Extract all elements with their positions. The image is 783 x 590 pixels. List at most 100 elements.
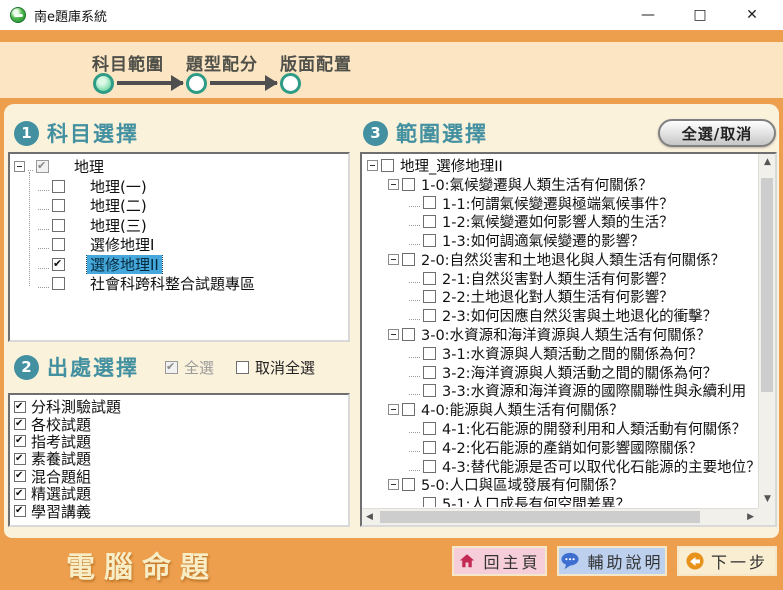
- tree-item-label[interactable]: 2-0:自然災害和土地退化與人類生活有何關係？: [418, 250, 728, 269]
- tree-item-root[interactable]: 地理: [12, 157, 346, 177]
- tree-item[interactable]: 5-1:人口成長有何空間差異？: [365, 494, 757, 507]
- tree-item[interactable]: 4-2:化石能源的產銷如何影響國際關係？: [365, 438, 757, 457]
- tree-item-label[interactable]: 3-1:水資源與人類活動之間的關係為何？: [439, 344, 706, 363]
- tree-item-label[interactable]: 4-2:化石能源的產銷如何影響國際關係？: [439, 438, 706, 457]
- tree-item-label[interactable]: 3-2:海洋資源與人類活動之間的關係為何？: [439, 363, 720, 382]
- checkbox[interactable]: [402, 328, 415, 341]
- expander-icon[interactable]: [388, 329, 399, 340]
- checkbox[interactable]: [402, 178, 415, 191]
- tree-item[interactable]: 2-3:如何因應自然災害與土地退化的衝擊？: [365, 306, 757, 325]
- tree-item[interactable]: 地理(三): [12, 216, 346, 236]
- checkbox[interactable]: [52, 238, 65, 251]
- tree-item[interactable]: 2-2:土地退化對人類生活有何影響？: [365, 288, 757, 307]
- step-circle[interactable]: [186, 73, 207, 94]
- horizontal-scroll-thumb[interactable]: [380, 511, 700, 523]
- deselect-all-control[interactable]: 取消全選: [236, 357, 315, 378]
- checkbox[interactable]: [14, 488, 26, 500]
- tree-item[interactable]: 社會科跨科整合試題專區: [12, 274, 346, 294]
- expander-icon[interactable]: [367, 160, 378, 171]
- step-circle[interactable]: [280, 73, 301, 94]
- vertical-scroll-thumb[interactable]: [761, 178, 773, 392]
- tree-item[interactable]: 5-0:人口與區域發展有何關係？: [365, 476, 757, 495]
- tree-item[interactable]: 3-2:海洋資源與人類活動之間的關係為何？: [365, 363, 757, 382]
- tree-item-label[interactable]: 地理_選修地理II: [397, 156, 506, 175]
- tree-item[interactable]: 1-0:氣候變遷與人類生活有何關係？: [365, 175, 757, 194]
- tree-item-label[interactable]: 1-0:氣候變遷與人類生活有何關係？: [418, 175, 656, 194]
- checkbox[interactable]: [423, 347, 436, 360]
- checkbox[interactable]: [423, 460, 436, 473]
- collapse-icon[interactable]: [14, 161, 25, 172]
- checkbox[interactable]: [52, 258, 65, 271]
- tree-item[interactable]: 2-1:自然災害對人類生活有何影響？: [365, 269, 757, 288]
- checkbox[interactable]: [52, 180, 65, 193]
- select-all-checkbox[interactable]: [165, 361, 178, 374]
- horizontal-scrollbar[interactable]: ◀ ▶: [362, 508, 758, 525]
- tree-item-label[interactable]: 地理(三): [87, 216, 150, 236]
- checkbox[interactable]: [52, 219, 65, 232]
- tree-item-label[interactable]: 2-1:自然災害對人類生活有何影響？: [439, 269, 677, 288]
- checkbox[interactable]: [14, 418, 26, 430]
- expander-icon[interactable]: [388, 254, 399, 265]
- checkbox[interactable]: [423, 366, 436, 379]
- tree-item[interactable]: 4-0:能源與人類生活有何關係？: [365, 400, 757, 419]
- tree-item[interactable]: 1-3:如何調適氣候變遷的影響？: [365, 231, 757, 250]
- close-button[interactable]: ✕: [741, 8, 763, 22]
- checkbox[interactable]: [14, 470, 26, 482]
- source-list-item[interactable]: 學習講義: [14, 502, 344, 519]
- tree-item-label[interactable]: 4-1:化石能源的開發利用和人類活動有何關係？: [439, 419, 749, 438]
- checkbox[interactable]: [402, 253, 415, 266]
- expander-icon[interactable]: [388, 179, 399, 190]
- minimize-button[interactable]: —: [637, 8, 659, 22]
- expander-icon[interactable]: [388, 479, 399, 490]
- deselect-all-checkbox[interactable]: [236, 361, 249, 374]
- tree-item-label[interactable]: 4-3:替代能源是否可以取代化石能源的主要地位？: [439, 457, 757, 476]
- tree-item-label[interactable]: 地理(一): [87, 177, 150, 197]
- tree-item[interactable]: 1-1:何謂氣候變遷與極端氣候事件？: [365, 194, 757, 213]
- tree-item-label[interactable]: 3-3:水資源和海洋資源的國際關聯性與永續利用: [439, 382, 749, 401]
- tree-item[interactable]: 4-1:化石能源的開發利用和人類活動有何關係？: [365, 419, 757, 438]
- step-circle[interactable]: [93, 73, 114, 94]
- maximize-button[interactable]: □: [689, 8, 711, 22]
- subject-root-checkbox[interactable]: [36, 160, 49, 173]
- checkbox[interactable]: [423, 196, 436, 209]
- checkbox[interactable]: [14, 435, 26, 447]
- toggle-all-button[interactable]: 全選/取消: [658, 119, 776, 147]
- tree-item-label[interactable]: 地理(二): [87, 196, 150, 216]
- tree-item-label[interactable]: 3-0:水資源和海洋資源與人類生活有何關係？: [418, 325, 714, 344]
- tree-item-label[interactable]: 1-2:氣候變遷如何影響人類的生活？: [439, 212, 677, 231]
- checkbox[interactable]: [381, 159, 394, 172]
- checkbox[interactable]: [402, 403, 415, 416]
- checkbox[interactable]: [423, 272, 436, 285]
- checkbox[interactable]: [423, 441, 436, 454]
- scroll-right-icon[interactable]: ▶: [747, 513, 754, 522]
- expander-icon[interactable]: [388, 404, 399, 415]
- next-step-button[interactable]: 下一步: [677, 546, 777, 576]
- tree-item-label[interactable]: 4-0:能源與人類生活有何關係？: [418, 400, 627, 419]
- tree-item-label[interactable]: 2-3:如何因應自然災害與土地退化的衝擊？: [439, 306, 720, 325]
- tree-item-label[interactable]: 5-1:人口成長有何空間差異？: [439, 494, 633, 507]
- tree-item[interactable]: 選修地理I: [12, 235, 346, 255]
- checkbox[interactable]: [402, 478, 415, 491]
- tree-item[interactable]: 地理(一): [12, 177, 346, 197]
- scroll-down-icon[interactable]: ▼: [764, 495, 771, 504]
- select-all-control[interactable]: 全選: [165, 357, 214, 378]
- vertical-scrollbar[interactable]: ▲ ▼: [758, 154, 775, 508]
- help-button[interactable]: 輔助說明: [557, 546, 667, 576]
- checkbox[interactable]: [423, 422, 436, 435]
- tree-item[interactable]: 2-0:自然災害和土地退化與人類生活有何關係？: [365, 250, 757, 269]
- checkbox[interactable]: [52, 199, 65, 212]
- tree-item[interactable]: 選修地理II: [12, 255, 346, 275]
- checkbox[interactable]: [14, 401, 26, 413]
- tree-item[interactable]: 3-1:水資源與人類活動之間的關係為何？: [365, 344, 757, 363]
- checkbox[interactable]: [423, 290, 436, 303]
- tree-item[interactable]: 4-3:替代能源是否可以取代化石能源的主要地位？: [365, 457, 757, 476]
- tree-item-label[interactable]: 1-3:如何調適氣候變遷的影響？: [439, 231, 648, 250]
- checkbox[interactable]: [14, 453, 26, 465]
- tree-item-label[interactable]: 選修地理I: [87, 235, 157, 255]
- checkbox[interactable]: [423, 309, 436, 322]
- checkbox[interactable]: [423, 234, 436, 247]
- tree-item-label[interactable]: 2-2:土地退化對人類生活有何影響？: [439, 288, 677, 307]
- checkbox[interactable]: [423, 497, 436, 507]
- tree-item-label[interactable]: 社會科跨科整合試題專區: [87, 274, 258, 294]
- tree-item-label[interactable]: 5-0:人口與區域發展有何關係？: [418, 476, 627, 495]
